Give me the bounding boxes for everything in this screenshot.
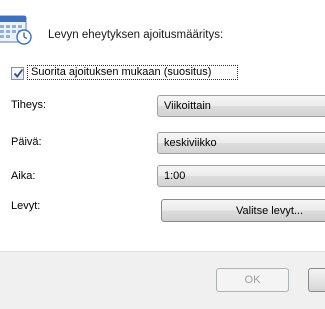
disks-label: Levyt: xyxy=(11,200,41,212)
schedule-checkbox[interactable] xyxy=(11,67,24,80)
dialog-content: Levyn eheytyksen ajoitusmääritys: Suorit… xyxy=(0,0,325,251)
time-value: 1:00 xyxy=(164,170,186,182)
day-label: Päivä: xyxy=(11,136,42,148)
day-value: keskiviikko xyxy=(164,137,217,149)
ok-button-label: OK xyxy=(244,274,261,286)
schedule-checkbox-row[interactable]: Suorita ajoituksen mukaan (suositus) xyxy=(10,65,238,82)
dialog-title: Levyn eheytyksen ajoitusmääritys: xyxy=(48,29,224,41)
ok-button[interactable]: OK xyxy=(216,268,289,292)
time-label: Aika: xyxy=(11,170,36,182)
schedule-checkbox-label: Suorita ajoituksen mukaan (suositus) xyxy=(31,66,212,78)
dialog-footer: OK xyxy=(0,251,325,309)
day-select[interactable]: keskiviikko xyxy=(157,132,325,154)
cancel-button[interactable] xyxy=(308,268,325,292)
calendar-clock-icon xyxy=(0,8,34,48)
frequency-label: Tiheys: xyxy=(11,99,47,111)
time-select[interactable]: 1:00 xyxy=(157,165,325,187)
select-disks-button[interactable]: Valitse levyt... xyxy=(161,199,325,222)
select-disks-button-label: Valitse levyt... xyxy=(236,205,304,217)
checkmark-icon xyxy=(13,68,24,78)
frequency-select[interactable]: Viikoittain xyxy=(157,95,325,117)
frequency-value: Viikoittain xyxy=(164,100,211,112)
